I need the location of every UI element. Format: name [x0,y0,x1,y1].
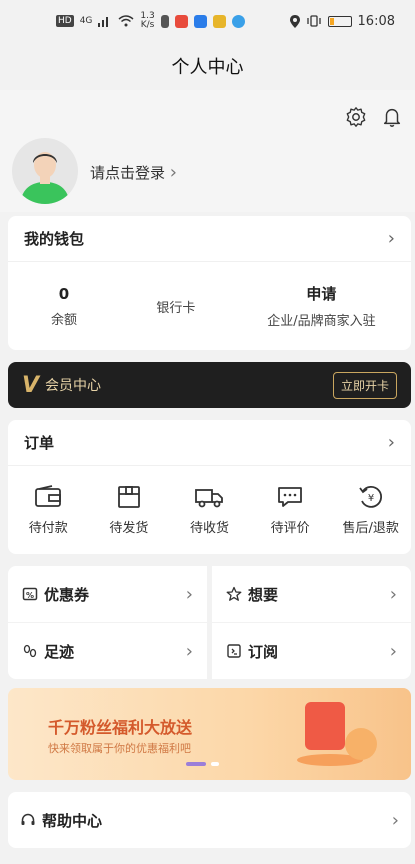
user-avatar-icon [20,152,70,204]
gift-icon [305,702,345,750]
order-pending-shipment-label: 待发货 [109,520,149,536]
wallet-balance[interactable]: 0 余额 [8,285,120,328]
banner-subtitle: 快来领取属于你的优惠福利吧 [48,742,191,755]
avatar[interactable] [12,138,78,204]
wallet-balance-value: 0 [58,284,70,303]
promo-banner[interactable]: 千万粉丝福利大放送 快来领取属于你的优惠福利吧 [8,688,411,780]
coupon-label: 优惠券 [44,585,90,604]
wallet-merchant-apply[interactable]: 申请 企业/品牌商家入驻 [232,283,411,329]
vip-logo-icon: V [22,372,40,398]
order-pending-payment-label: 待付款 [28,520,68,536]
orders-title: 订单 [24,434,55,452]
wallet-apply-value: 申请 [306,285,337,303]
wallet-balance-label: 余额 [50,312,77,328]
login-text: 请点击登录 [90,164,166,182]
vip-title: 会员中心 [45,378,102,394]
vip-open-button[interactable]: 立即开卡 [332,371,397,399]
app-icon [231,14,245,28]
profile-tools [345,106,403,128]
wallet-card: 我的钱包 › 0 余额 银行卡 申请 企业/品牌商家入驻 [8,216,411,350]
chevron-right-icon: › [389,640,397,662]
app-icon [174,14,188,28]
comment-icon [278,486,302,507]
chevron-right-icon: › [391,809,399,831]
page-title: 个人中心 [171,57,244,78]
order-pending-payment[interactable]: 待付款 [8,484,89,536]
wishlist-entry[interactable]: 想要 › [212,566,411,622]
wishlist-label: 想要 [248,585,279,604]
coupon-entry[interactable]: % 优惠券 › [8,566,207,622]
headset-icon [20,812,36,828]
status-right: 16:08 [289,13,395,29]
coin-icon [345,728,377,760]
bell-icon[interactable] [381,106,403,128]
order-status-list: 待付款 待发货 待收货 待评价 ¥ 售后/退款 [8,466,411,554]
footprint-icon [22,643,38,659]
location-icon [289,14,300,28]
wallet-icon [35,484,62,507]
wallet-header[interactable]: 我的钱包 › [8,216,411,262]
order-pending-review[interactable]: 待评价 [250,485,331,536]
status-bar: HD 4G 1.3 K/s 16:08 [0,0,415,42]
chevron-right-icon: › [185,583,193,605]
order-pending-receipt[interactable]: 待收货 [169,485,250,536]
clock: 16:08 [357,13,395,29]
chevron-right-icon: › [169,162,177,183]
wifi-icon [118,15,134,27]
chevron-right-icon: › [389,583,397,605]
wallet-bank-card-label: 银行卡 [156,300,196,316]
truck-icon [195,488,224,507]
status-left: HD 4G 1.3 K/s [56,12,245,30]
carousel-indicator [186,762,219,766]
carousel-dot-active [186,762,206,766]
help-center-label: 帮助中心 [42,811,103,830]
coupon-icon: % [22,586,38,602]
wallet-bank-card[interactable]: 银行卡 [120,297,232,316]
wallet-items: 0 余额 银行卡 申请 企业/品牌商家入驻 [8,262,411,350]
battery-icon [327,15,352,27]
chevron-right-icon: › [387,228,395,249]
order-pending-shipment[interactable]: 待发货 [89,485,170,536]
order-refund-label: 售后/退款 [342,520,399,536]
app-icon [160,14,169,28]
login-link[interactable]: 请点击登录 › [90,162,177,183]
order-refund[interactable]: ¥ 售后/退款 [330,485,411,536]
subscribe-entry[interactable]: 订阅 › [212,623,411,679]
svg-text:¥: ¥ [367,493,373,504]
chevron-right-icon: › [185,640,193,662]
subscribe-icon [226,643,242,659]
subscribe-label: 订阅 [248,642,279,661]
orders-card: 订单 › 待付款 待发货 待收货 待评价 ¥ 售后/退款 [8,420,411,554]
carousel-dot [211,762,219,766]
svg-text:%: % [26,591,34,600]
orders-header[interactable]: 订单 › [8,420,411,466]
gear-icon[interactable] [345,106,367,128]
help-center-entry[interactable]: 帮助中心 › [8,792,411,848]
app-icon [212,14,226,28]
network-badge: HD [56,15,74,27]
order-pending-receipt-label: 待收货 [189,520,229,536]
wallet-apply-label: 企业/品牌商家入驻 [267,314,376,329]
refund-icon: ¥ [358,485,382,508]
wallet-title: 我的钱包 [24,230,85,248]
vip-bar[interactable]: V 会员中心 立即开卡 [8,362,411,408]
signal-label: 4G [79,16,93,26]
chevron-right-icon: › [387,432,395,453]
star-icon [226,586,242,602]
footprint-label: 足迹 [44,642,75,661]
banner-title: 千万粉丝福利大放送 [48,718,193,737]
net-speed: 1.3 K/s [140,11,155,30]
order-pending-review-label: 待评价 [270,520,310,536]
app-icon [193,14,207,28]
box-icon [117,485,140,508]
footprint-entry[interactable]: 足迹 › [8,623,207,679]
signal-icon [98,17,109,27]
profile-section: 请点击登录 › [0,90,415,212]
vibrate-icon [306,15,321,27]
